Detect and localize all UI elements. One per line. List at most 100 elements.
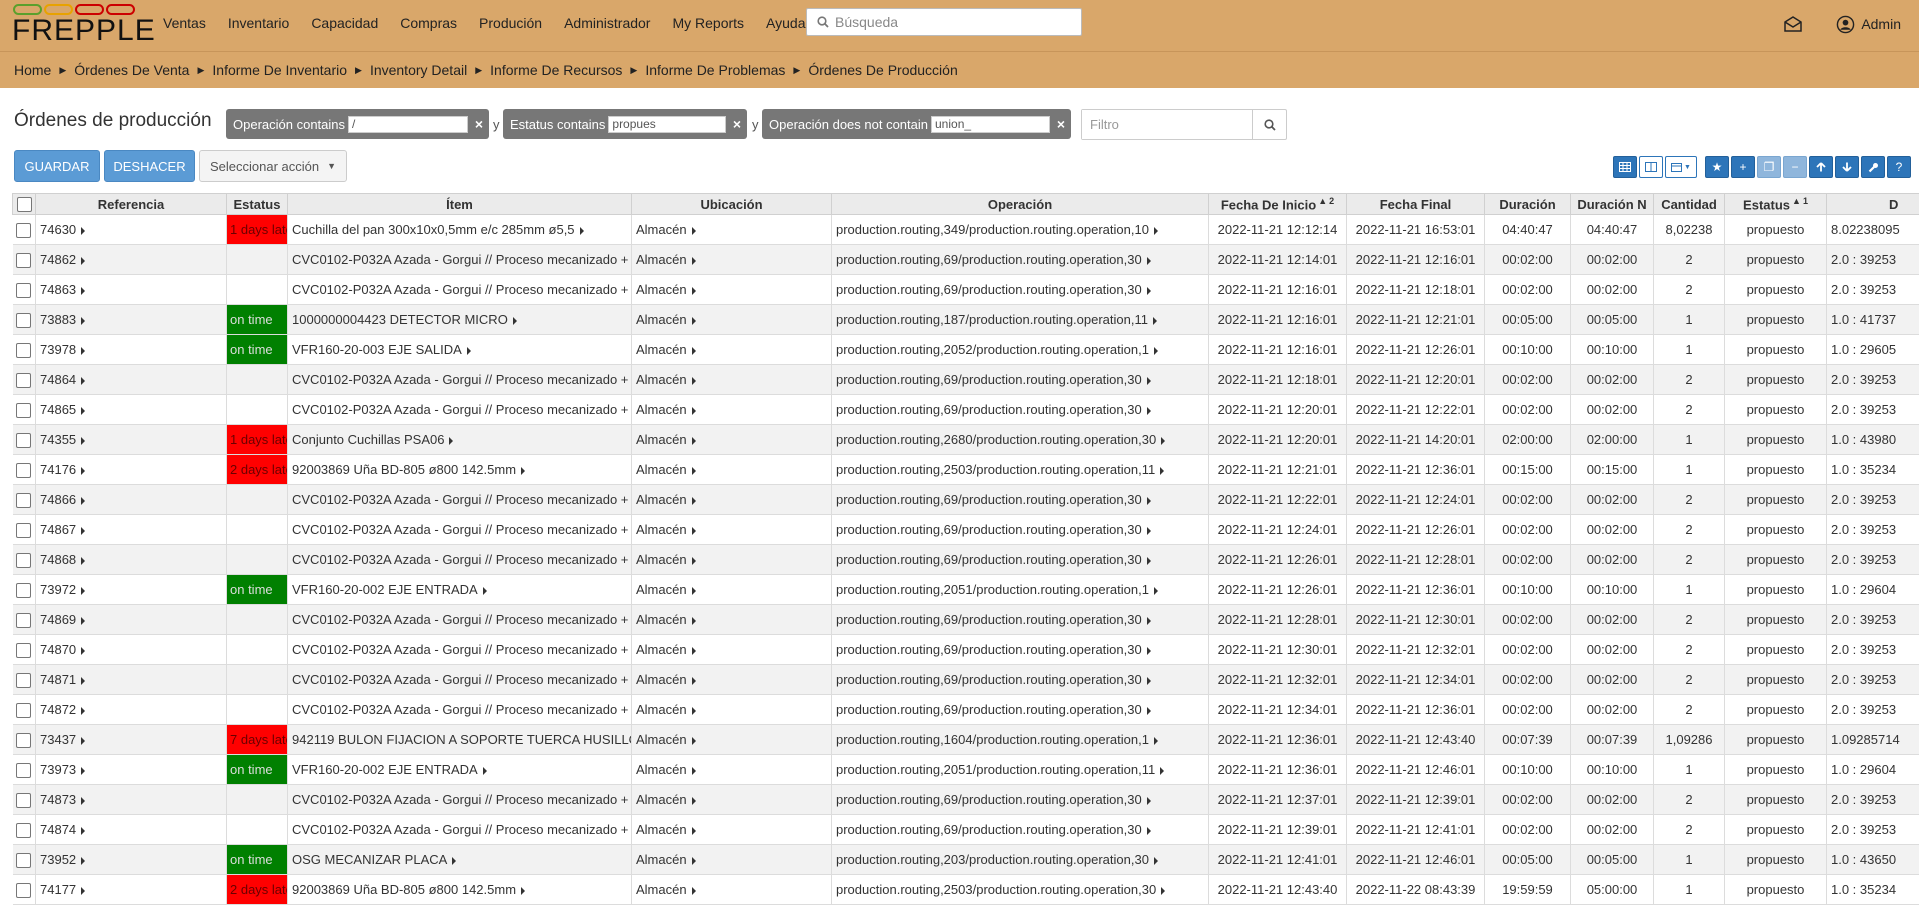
row-detail-icon[interactable] <box>81 316 86 325</box>
cell-operacion[interactable]: production.routing,69/production.routing… <box>831 634 1209 665</box>
item-detail-icon[interactable] <box>466 346 471 355</box>
table-row[interactable]: 73437 7 days late 942119 BULON FIJACION A … <box>12 724 1919 755</box>
table-row[interactable]: 74863 CVC0102-P032A Azada - Gorgui // Pro… <box>12 274 1919 305</box>
cell-fecha-final[interactable]: 2022-11-21 12:26:01 <box>1346 334 1485 365</box>
calendar-icon[interactable]: ▼ <box>1665 156 1697 178</box>
cell-operacion[interactable]: production.routing,69/production.routing… <box>831 514 1209 545</box>
menu-capacidad[interactable]: Capacidad <box>311 15 378 31</box>
breadcrumb-informe-inventario[interactable]: Informe De Inventario <box>212 62 347 78</box>
cell-item[interactable]: CVC0102-P032A Azada - Gorgui // Proceso … <box>287 514 632 545</box>
cell-estatus[interactable]: propuesto <box>1724 724 1827 755</box>
cell-cantidad[interactable]: 2 <box>1653 394 1725 425</box>
location-detail-icon[interactable] <box>691 736 696 745</box>
cell-estatus[interactable]: propuesto <box>1724 694 1827 725</box>
row-checkbox[interactable] <box>12 274 36 305</box>
filter-value[interactable]: / <box>348 115 468 133</box>
cell-item[interactable]: 942119 BULON FIJACION A SOPORTE TUERCA H… <box>287 724 632 755</box>
row-checkbox[interactable] <box>12 784 36 815</box>
cell-estatus[interactable]: propuesto <box>1724 754 1827 785</box>
cell-cantidad[interactable]: 8,02238 <box>1653 214 1725 245</box>
row-detail-icon[interactable] <box>81 466 86 475</box>
cell-referencia[interactable]: 74177 <box>35 874 227 905</box>
cell-referencia[interactable]: 74872 <box>35 694 227 725</box>
cell-ubicacion[interactable]: Almacén <box>631 214 832 245</box>
operation-detail-icon[interactable] <box>1146 496 1151 505</box>
cell-operacion[interactable]: production.routing,2680/production.routi… <box>831 424 1209 455</box>
cell-operacion[interactable]: production.routing,2052/production.routi… <box>831 334 1209 365</box>
column-cantidad[interactable]: Cantidad <box>1653 193 1725 215</box>
cell-estatus[interactable]: propuesto <box>1724 334 1827 365</box>
table-row[interactable]: 73973 on time VFR160-20-002 EJE ENTRADA Alm… <box>12 754 1919 785</box>
location-detail-icon[interactable] <box>691 826 696 835</box>
cell-estatus[interactable]: propuesto <box>1724 454 1827 485</box>
operation-detail-icon[interactable] <box>1161 436 1166 445</box>
cell-item[interactable]: CVC0102-P032A Azada - Gorgui // Proceso … <box>287 694 632 725</box>
operation-detail-icon[interactable] <box>1152 316 1157 325</box>
cell-estatus[interactable]: propuesto <box>1724 784 1827 815</box>
split-view-icon[interactable] <box>1639 156 1663 178</box>
cell-fecha-inicio[interactable]: 2022-11-21 12:39:01 <box>1208 814 1347 845</box>
location-detail-icon[interactable] <box>691 646 696 655</box>
undo-button[interactable]: DESHACER <box>104 150 195 182</box>
operation-detail-icon[interactable] <box>1160 766 1165 775</box>
item-detail-icon[interactable] <box>521 886 526 895</box>
operation-detail-icon[interactable] <box>1146 376 1151 385</box>
cell-estatus[interactable]: propuesto <box>1724 844 1827 875</box>
filter-value[interactable]: propues <box>608 115 726 133</box>
table-row[interactable]: 74865 CVC0102-P032A Azada - Gorgui // Pro… <box>12 394 1919 425</box>
global-search-input[interactable] <box>833 13 1067 31</box>
row-checkbox[interactable] <box>12 694 36 725</box>
row-checkbox[interactable] <box>12 484 36 515</box>
cell-item[interactable]: CVC0102-P032A Azada - Gorgui // Proceso … <box>287 484 632 515</box>
operation-detail-icon[interactable] <box>1153 346 1158 355</box>
table-row[interactable]: 74862 CVC0102-P032A Azada - Gorgui // Pro… <box>12 244 1919 275</box>
cell-ubicacion[interactable]: Almacén <box>631 664 832 695</box>
cell-item[interactable]: CVC0102-P032A Azada - Gorgui // Proceso … <box>287 784 632 815</box>
row-checkbox[interactable] <box>12 844 36 875</box>
cell-item[interactable]: CVC0102-P032A Azada - Gorgui // Proceso … <box>287 364 632 395</box>
cell-ubicacion[interactable]: Almacén <box>631 244 832 275</box>
table-row[interactable]: 74872 CVC0102-P032A Azada - Gorgui // Pro… <box>12 694 1919 725</box>
cell-fecha-final[interactable]: 2022-11-22 08:43:39 <box>1346 874 1485 905</box>
menu-my-reports[interactable]: My Reports <box>672 15 744 31</box>
location-detail-icon[interactable] <box>691 436 696 445</box>
cell-ubicacion[interactable]: Almacén <box>631 604 832 635</box>
copy-icon[interactable]: ❐ <box>1757 156 1781 178</box>
row-checkbox[interactable] <box>12 454 36 485</box>
arrow-down-icon[interactable] <box>1835 156 1859 178</box>
cell-cantidad[interactable]: 2 <box>1653 514 1725 545</box>
cell-fecha-inicio[interactable]: 2022-11-21 12:37:01 <box>1208 784 1347 815</box>
cell-fecha-inicio[interactable]: 2022-11-21 12:20:01 <box>1208 424 1347 455</box>
cell-referencia[interactable]: 73437 <box>35 724 227 755</box>
item-detail-icon[interactable] <box>449 436 454 445</box>
cell-operacion[interactable]: production.routing,69/production.routing… <box>831 364 1209 395</box>
operation-detail-icon[interactable] <box>1153 586 1158 595</box>
row-detail-icon[interactable] <box>81 856 86 865</box>
cell-fecha-final[interactable]: 2022-11-21 12:18:01 <box>1346 274 1485 305</box>
cell-fecha-final[interactable]: 2022-11-21 12:22:01 <box>1346 394 1485 425</box>
cell-ubicacion[interactable]: Almacén <box>631 334 832 365</box>
column-fecha-final[interactable]: Fecha Final <box>1346 193 1485 215</box>
cell-fecha-inicio[interactable]: 2022-11-21 12:32:01 <box>1208 664 1347 695</box>
cell-operacion[interactable]: production.routing,349/production.routin… <box>831 214 1209 245</box>
row-detail-icon[interactable] <box>81 376 86 385</box>
cell-item[interactable]: CVC0102-P032A Azada - Gorgui // Proceso … <box>287 274 632 305</box>
cell-fecha-final[interactable]: 2022-11-21 12:39:01 <box>1346 784 1485 815</box>
row-checkbox[interactable] <box>12 874 36 905</box>
row-detail-icon[interactable] <box>81 706 86 715</box>
cell-fecha-final[interactable]: 2022-11-21 12:16:01 <box>1346 244 1485 275</box>
row-checkbox[interactable] <box>12 574 36 605</box>
location-detail-icon[interactable] <box>691 676 696 685</box>
cell-estatus[interactable]: propuesto <box>1724 244 1827 275</box>
cell-fecha-final[interactable]: 2022-11-21 12:36:01 <box>1346 454 1485 485</box>
row-checkbox[interactable] <box>12 754 36 785</box>
cell-operacion[interactable]: production.routing,1604/production.routi… <box>831 724 1209 755</box>
cell-fecha-inicio[interactable]: 2022-11-21 12:18:01 <box>1208 364 1347 395</box>
row-checkbox[interactable] <box>12 364 36 395</box>
row-detail-icon[interactable] <box>81 586 86 595</box>
row-detail-icon[interactable] <box>81 556 86 565</box>
cell-item[interactable]: Conjunto Cuchillas PSA06 <box>287 424 632 455</box>
row-checkbox[interactable] <box>12 334 36 365</box>
row-checkbox[interactable] <box>12 424 36 455</box>
cell-estatus[interactable]: propuesto <box>1724 814 1827 845</box>
